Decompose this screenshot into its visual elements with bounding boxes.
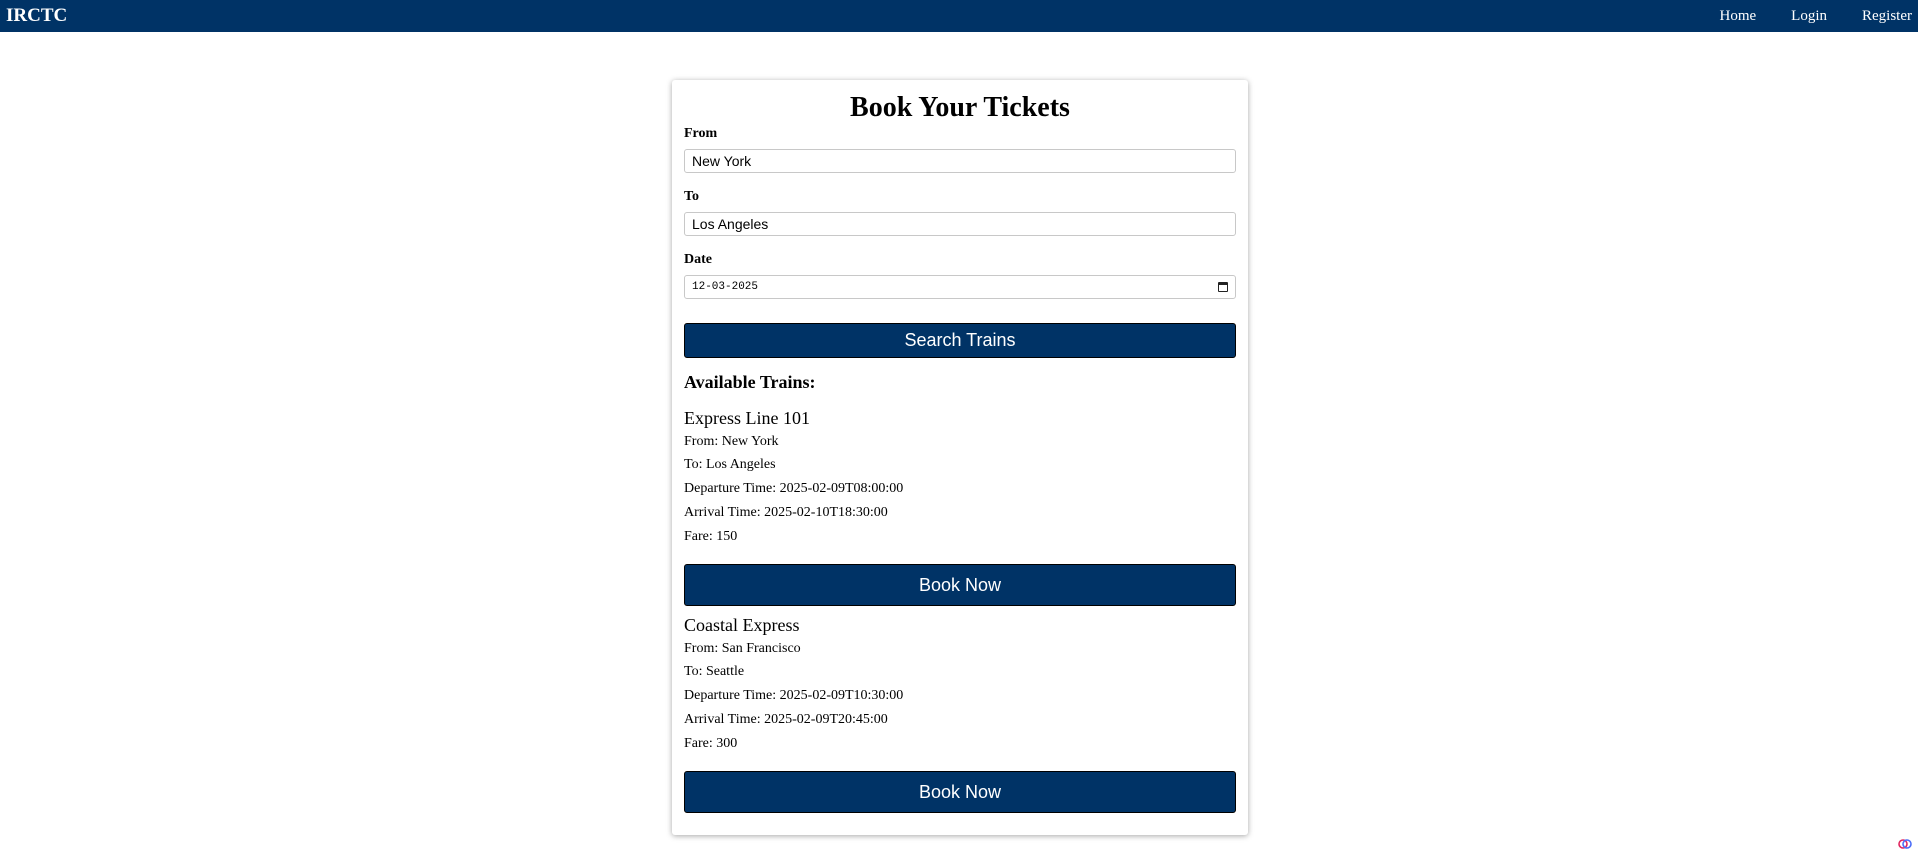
- train-to: To: Seattle: [684, 664, 745, 679]
- train-from: From: New York: [684, 434, 779, 449]
- train-from: From: San Francisco: [684, 641, 801, 656]
- brand-logo[interactable]: IRCTC: [6, 5, 67, 27]
- date-value: 12-03-2025: [692, 281, 759, 293]
- booking-card: Book Your Tickets From To Date 12-03-202…: [672, 80, 1248, 835]
- train-arrival: Arrival Time: 2025-02-09T20:45:00: [684, 712, 888, 727]
- train-card: Coastal Express From: San Francisco To: …: [684, 615, 1236, 813]
- available-trains-heading: Available Trains:: [684, 372, 816, 392]
- page-title: Book Your Tickets: [850, 92, 1070, 123]
- book-now-button[interactable]: Book Now: [684, 771, 1236, 813]
- extension-icon[interactable]: [1898, 837, 1912, 851]
- train-card: Express Line 101 From: New York To: Los …: [684, 408, 1236, 606]
- train-departure: Departure Time: 2025-02-09T08:00:00: [684, 481, 904, 496]
- search-trains-button[interactable]: Search Trains: [684, 323, 1236, 358]
- train-to: To: Los Angeles: [684, 457, 776, 472]
- nav-home-link[interactable]: Home: [1719, 8, 1756, 25]
- train-fare: Fare: 300: [684, 736, 738, 751]
- from-label: From: [684, 126, 718, 141]
- train-departure: Departure Time: 2025-02-09T10:30:00: [684, 688, 904, 703]
- nav-login-link[interactable]: Login: [1791, 8, 1827, 25]
- to-label: To: [684, 189, 700, 204]
- date-input[interactable]: 12-03-2025: [684, 275, 1236, 299]
- train-name: Coastal Express: [684, 615, 800, 635]
- nav-links: Home Login Register: [1684, 0, 1912, 32]
- train-fare: Fare: 150: [684, 529, 738, 544]
- top-navbar: IRCTC Home Login Register: [0, 0, 1918, 32]
- to-input[interactable]: [684, 212, 1236, 236]
- train-arrival: Arrival Time: 2025-02-10T18:30:00: [684, 505, 888, 520]
- date-label: Date: [684, 252, 712, 267]
- from-input[interactable]: [684, 149, 1236, 173]
- train-name: Express Line 101: [684, 408, 810, 428]
- book-now-button[interactable]: Book Now: [684, 564, 1236, 606]
- nav-register-link[interactable]: Register: [1862, 8, 1912, 25]
- calendar-icon[interactable]: [1218, 282, 1228, 292]
